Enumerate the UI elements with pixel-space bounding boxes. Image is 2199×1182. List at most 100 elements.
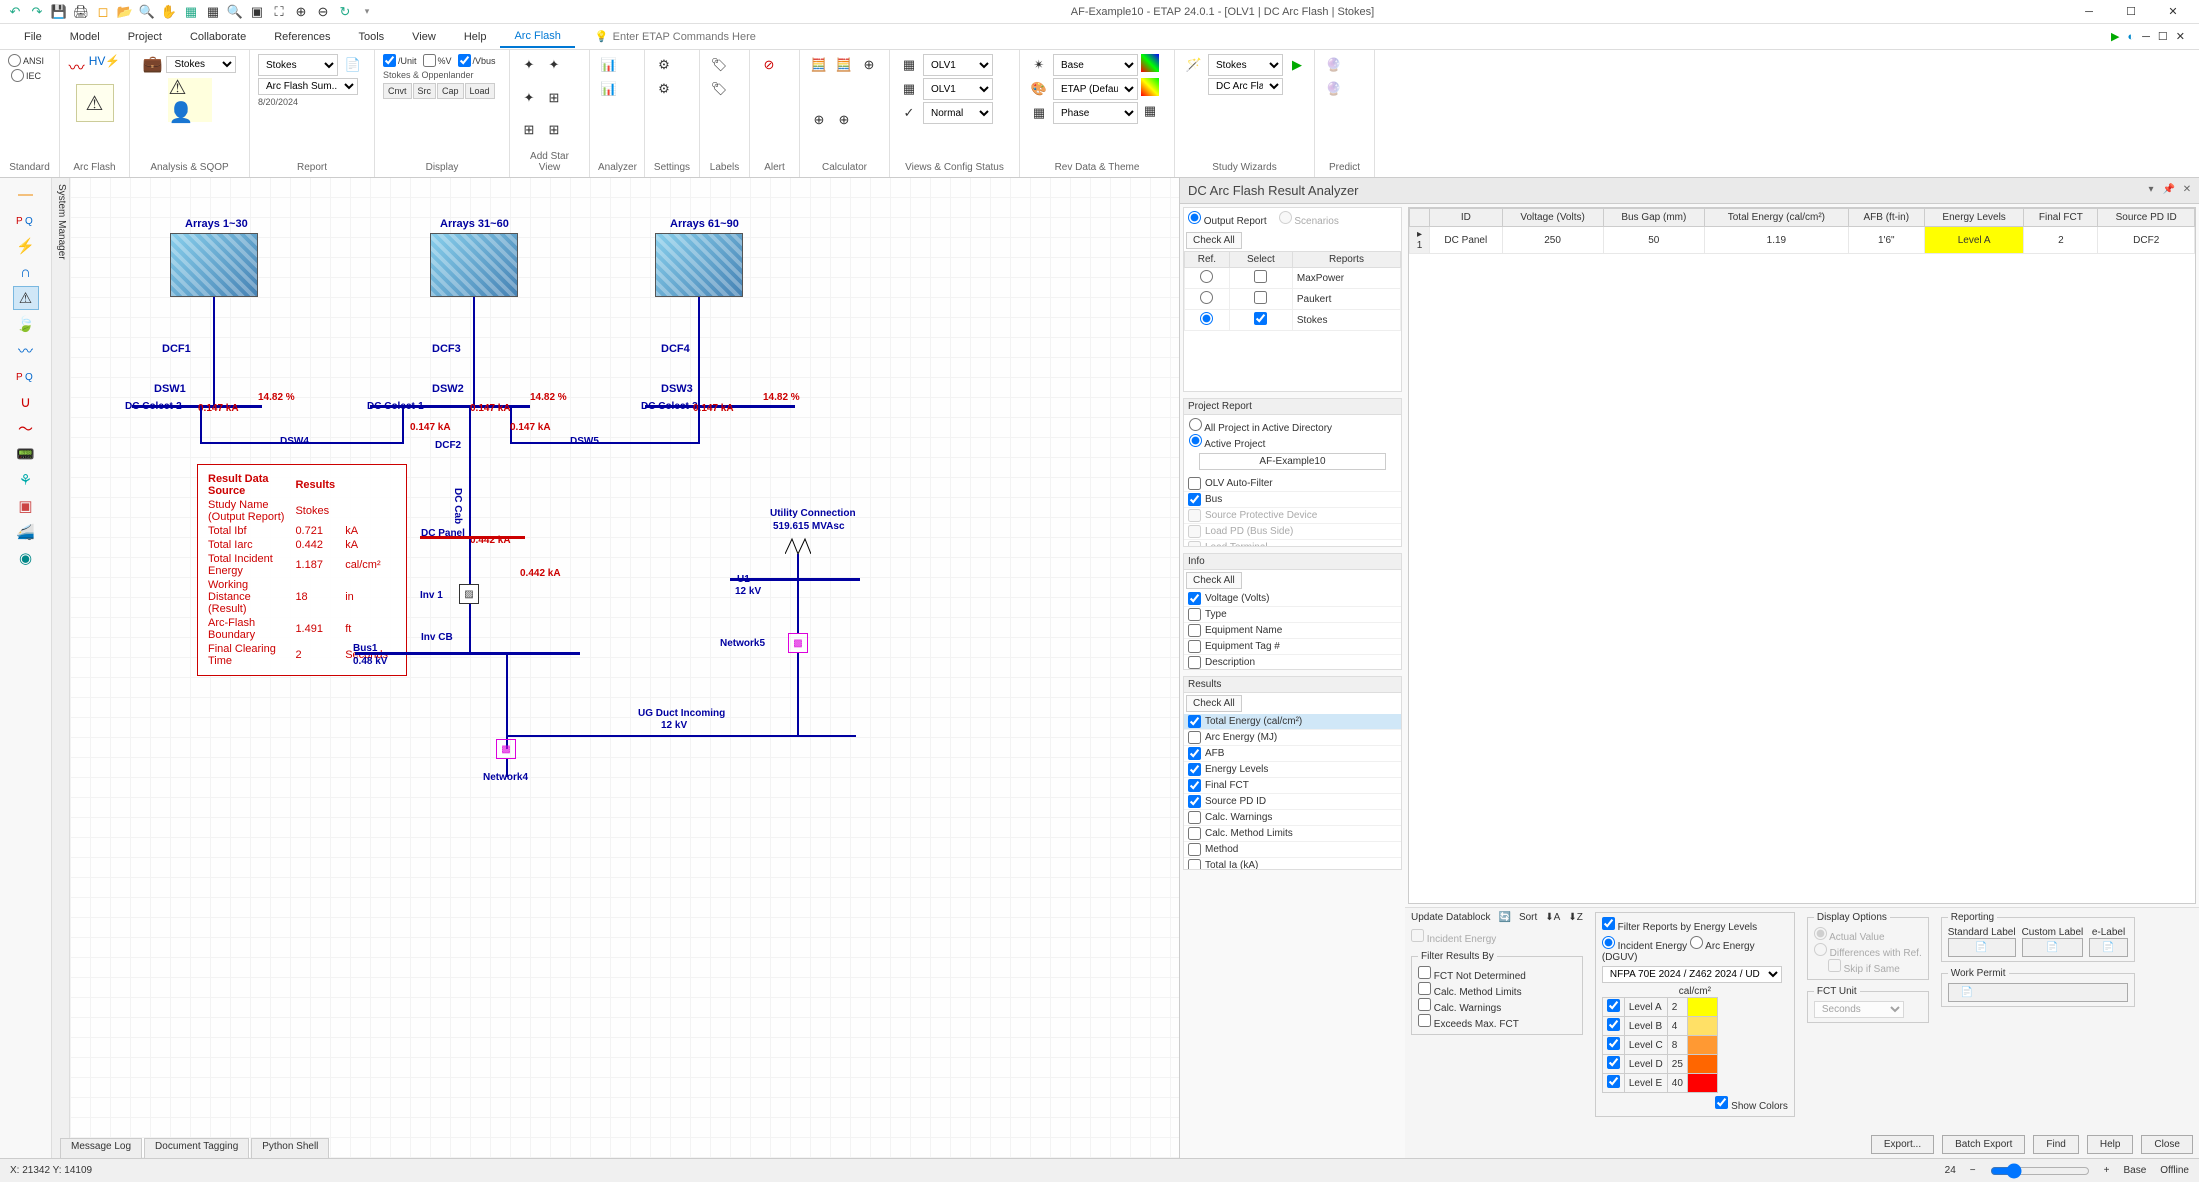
res-totalenergy[interactable]: Total Energy (cal/cm²) [1184,714,1401,730]
menu-references[interactable]: References [260,27,344,47]
filter-spd[interactable]: Source Protective Device [1184,508,1401,524]
res-totalia[interactable]: Total Ia (kA) [1184,858,1401,869]
report-study-select[interactable]: Stokes [258,54,338,76]
wiz-sel2[interactable]: DC Arc Flash [1208,78,1283,95]
view-sel3[interactable]: Normal [923,102,993,124]
open-icon[interactable]: 📂 [116,3,134,21]
calc-btn2[interactable]: 🧮 [833,54,855,76]
menu-collaborate[interactable]: Collaborate [176,27,260,47]
save-icon[interactable]: 💾 [50,3,68,21]
minimize-icon[interactable]: ─ [2069,2,2109,22]
btn-work-permit[interactable]: 📄 [1948,983,2128,1002]
pill-src[interactable]: Src [413,83,437,99]
zoomout-icon[interactable]: ⊖ [314,3,332,21]
view-btn1[interactable]: ▦ [898,54,920,76]
chk-show-colors[interactable]: Show Colors [1715,1101,1787,1112]
chk-unit[interactable]: /Unit [383,54,417,67]
mdi-min-icon[interactable]: ─ [2142,31,2150,43]
tool-red-horseshoe[interactable]: ∪ [13,390,39,414]
menu-tools[interactable]: Tools [344,27,398,47]
info-voltage[interactable]: Voltage (Volts) [1184,591,1401,607]
res-finalfct[interactable]: Final FCT [1184,778,1401,794]
zoom-icon[interactable]: 🔍 [226,3,244,21]
fct-unit-select[interactable]: Seconds [1814,1001,1904,1018]
chk-fct-nd[interactable]: FCT Not Determined [1418,971,1526,982]
level-c-row[interactable]: Level C8 [1602,1036,1717,1055]
nfpa-select[interactable]: NFPA 70E 2024 / Z462 2024 / UD [1602,966,1782,983]
sort-asc-icon[interactable]: ⬇A [1545,912,1560,923]
view-btn2[interactable]: ▦ [898,78,920,100]
res-method[interactable]: Method [1184,842,1401,858]
star-btn4[interactable]: ⊞ [543,87,565,109]
rev-pal2[interactable] [1141,78,1159,96]
zoomin-icon[interactable]: ⊕ [292,3,310,21]
fit-icon[interactable]: ⛶ [270,3,288,21]
tool-line[interactable]: — [13,182,39,206]
radio-actual[interactable]: Actual Value [1814,932,1885,943]
rev-btn2[interactable]: 🎨 [1028,78,1050,100]
sym-inv1[interactable]: ▨ [459,584,479,604]
iec-radio[interactable]: IEC [11,69,41,82]
report-icon[interactable]: 📄 [342,54,364,76]
star-btn2[interactable]: ✦ [543,54,565,76]
mdi-max-icon[interactable]: ☐ [2158,30,2168,43]
radio-ie[interactable]: Incident Energy [1602,941,1687,952]
chk-filter-reports[interactable]: Filter Reports by Energy Levels [1602,922,1757,933]
btn-std-label[interactable]: 📄 [1948,938,2016,957]
btn-close[interactable]: Close [2141,1135,2193,1154]
tool-pq[interactable]: PQ [13,208,39,232]
menu-file[interactable]: File [10,27,56,47]
pill-cnvt[interactable]: Cnvt [383,83,412,99]
level-d-row[interactable]: Level D25 [1602,1055,1717,1074]
chk-vbus[interactable]: /Vbus [458,54,496,67]
one-line-canvas[interactable]: Arrays 1~30 Arrays 31~60 Arrays 61~90 DC… [70,178,1179,1158]
mdi-close-icon[interactable]: ✕ [2176,30,2185,43]
predict-btn2[interactable]: 🔮 [1323,78,1345,100]
tab-python[interactable]: Python Shell [251,1138,329,1158]
chk-skip[interactable]: Skip if Same [1828,964,1900,975]
chk-calc-limits[interactable]: Calc. Method Limits [1418,987,1522,998]
view-sel2[interactable]: OLV1 [923,78,993,100]
tab-doctag[interactable]: Document Tagging [144,1138,249,1158]
chk-exceeds-fct[interactable]: Exceeds Max. FCT [1418,1019,1519,1030]
info-eqtag[interactable]: Equipment Tag # [1184,639,1401,655]
find-icon[interactable]: 🔍 [138,3,156,21]
menu-view[interactable]: View [398,27,450,47]
radio-all-proj[interactable]: All Project in Active Directory [1189,423,1332,434]
tab-msglog[interactable]: Message Log [60,1138,142,1158]
ansi-radio[interactable]: ANSI [8,54,44,67]
pill-cap[interactable]: Cap [437,83,464,99]
zoom-out-btn[interactable]: − [1970,1165,1976,1176]
wiz-run[interactable]: ▶ [1286,54,1308,76]
bus-bus1[interactable] [355,652,580,655]
filter-olv[interactable]: OLV Auto-Filter [1184,476,1401,492]
alert-btn[interactable]: ⊘ [758,54,780,76]
analyzer-btn2[interactable]: 📊 [598,78,620,100]
flag-icon[interactable]: ▶ [2111,30,2119,43]
tool-leaf[interactable]: 🍃 [13,312,39,336]
sort-desc-icon[interactable]: ⬇Z [1568,912,1583,923]
print-icon[interactable]: 🖨 [72,3,90,21]
rev-pal3[interactable]: ▦ [1141,102,1159,120]
tool-bolt[interactable]: ⚡ [13,234,39,258]
level-a-row[interactable]: Level A2 [1602,998,1717,1017]
btn-help[interactable]: Help [2087,1135,2134,1154]
results-grid[interactable]: ID Voltage (Volts) Bus Gap (mm) Total En… [1408,207,2196,904]
solar-array-3[interactable] [655,233,743,297]
sqop-btn[interactable]: ⚠👤 [168,78,212,122]
tool-globe[interactable]: ◉ [13,546,39,570]
rev-sel3[interactable]: Phase [1053,102,1138,124]
level-e-row[interactable]: Level E40 [1602,1074,1717,1093]
redo-icon[interactable]: ↷ [28,3,46,21]
wiz-btn1[interactable]: 🪄 [1183,54,1205,76]
rev-btn1[interactable]: ✴ [1028,54,1050,76]
tool-horseshoe[interactable]: ∩ [13,260,39,284]
btn-batch-export[interactable]: Batch Export [1942,1135,2025,1154]
tool-warn[interactable]: ⚠ [13,286,39,310]
utility-symbol[interactable] [785,534,811,554]
rev-sel1[interactable]: Base [1053,54,1138,76]
radio-output-report[interactable]: Output Report [1188,211,1267,227]
system-manager-tab[interactable]: System Manager [52,178,70,1158]
tool-wind[interactable]: ⚘ [13,468,39,492]
btn-checkall-reports[interactable]: Check All [1186,232,1242,249]
